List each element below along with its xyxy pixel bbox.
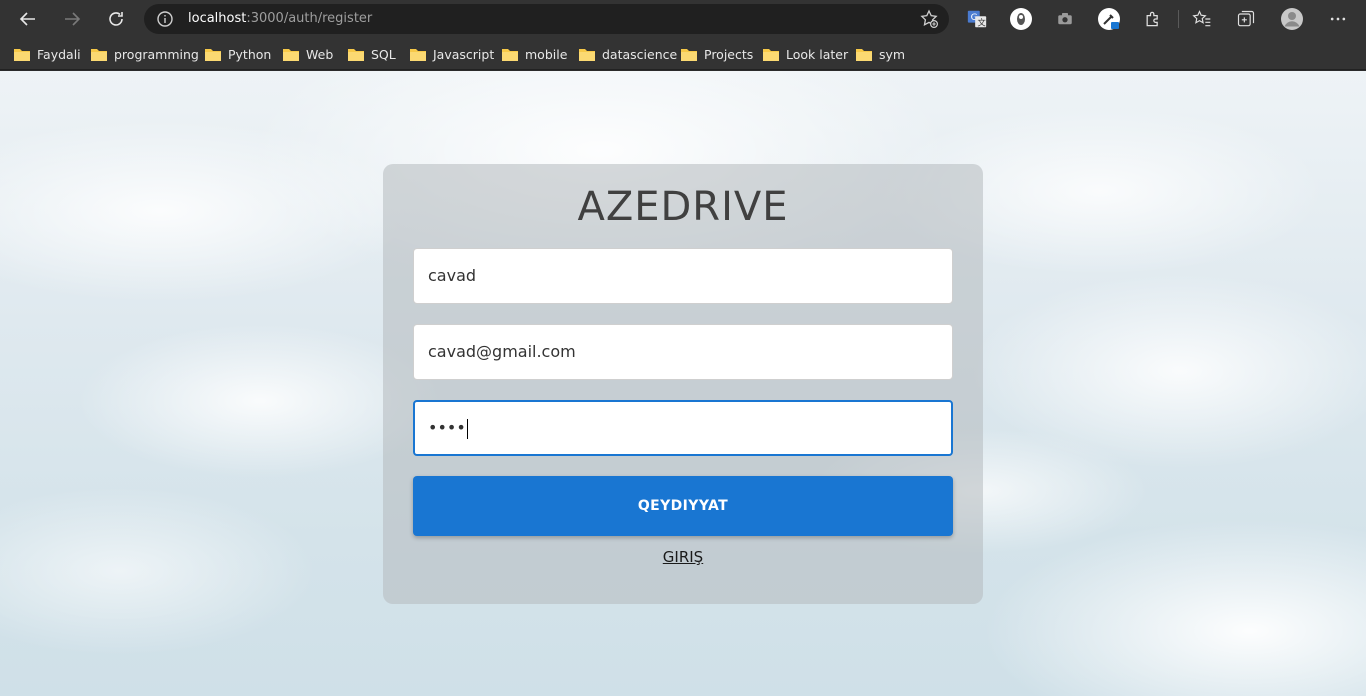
page-background: AZEDRIVE cavad cavad@gmail.com •••• QEYD… bbox=[0, 71, 1366, 696]
folder-icon bbox=[579, 48, 595, 61]
folder-icon bbox=[681, 48, 697, 61]
bookmark-label: Faydali bbox=[37, 46, 81, 62]
bookmark-folder[interactable]: sym bbox=[856, 44, 905, 64]
forward-icon[interactable] bbox=[57, 4, 87, 34]
text-caret bbox=[466, 418, 468, 439]
bookmark-label: sym bbox=[879, 46, 906, 62]
bookmark-folder[interactable]: Projects bbox=[681, 44, 753, 64]
username-field[interactable]: cavad bbox=[413, 248, 953, 304]
back-icon[interactable] bbox=[13, 4, 43, 34]
folder-icon bbox=[283, 48, 299, 61]
folder-icon bbox=[14, 48, 30, 61]
url-text: localhost:3000/auth/register bbox=[188, 11, 372, 26]
translate-icon[interactable]: G文 bbox=[965, 7, 989, 31]
reload-icon[interactable] bbox=[101, 4, 131, 34]
camera-icon[interactable] bbox=[1053, 7, 1077, 31]
bookmark-folder[interactable]: mobile bbox=[502, 44, 567, 64]
url-host: localhost bbox=[188, 11, 247, 26]
bookmark-folder[interactable]: SQL bbox=[348, 44, 396, 64]
bookmark-label: mobile bbox=[525, 46, 568, 62]
bookmark-folder[interactable]: Python bbox=[205, 44, 271, 64]
password-value: •••• bbox=[428, 418, 466, 437]
bookmark-folder[interactable]: Web bbox=[283, 44, 333, 64]
bookmark-label: Web bbox=[306, 46, 334, 62]
brand-title: AZEDRIVE bbox=[577, 184, 789, 230]
favorites-icon[interactable] bbox=[1190, 7, 1214, 31]
browser-toolbar: localhost:3000/auth/register G文 bbox=[0, 0, 1366, 38]
extension-icon[interactable] bbox=[1009, 7, 1033, 31]
collections-icon[interactable] bbox=[1234, 7, 1258, 31]
eyedropper-icon[interactable] bbox=[1097, 7, 1121, 31]
svg-text:文: 文 bbox=[977, 17, 985, 27]
toolbar-separator bbox=[1178, 10, 1179, 28]
more-icon[interactable] bbox=[1326, 7, 1350, 31]
folder-icon bbox=[205, 48, 221, 61]
bookmark-folder[interactable]: Javascript bbox=[410, 44, 494, 64]
bookmark-label: SQL bbox=[371, 46, 396, 62]
profile-icon[interactable] bbox=[1280, 7, 1304, 31]
email-field[interactable]: cavad@gmail.com bbox=[413, 324, 953, 380]
puzzle-icon[interactable] bbox=[1141, 7, 1165, 31]
password-field[interactable]: •••• bbox=[413, 400, 953, 456]
bookmarks-bar: Faydali programming Python Web SQL Javas… bbox=[0, 38, 1366, 70]
add-favorite-icon[interactable] bbox=[919, 9, 939, 29]
bookmark-label: datascience bbox=[602, 46, 678, 62]
bookmark-folder[interactable]: datascience bbox=[579, 44, 677, 64]
bookmark-folder[interactable]: Look later bbox=[763, 44, 848, 64]
register-button[interactable]: QEYDIYYAT bbox=[413, 476, 953, 536]
username-value: cavad bbox=[428, 266, 477, 285]
url-path: :3000/auth/register bbox=[246, 11, 373, 26]
folder-icon bbox=[502, 48, 518, 61]
folder-icon bbox=[348, 48, 364, 61]
email-value: cavad@gmail.com bbox=[428, 342, 576, 361]
folder-icon bbox=[856, 48, 872, 61]
bookmark-label: Python bbox=[228, 46, 272, 62]
folder-icon bbox=[410, 48, 426, 61]
bookmark-label: programming bbox=[114, 46, 199, 62]
address-bar[interactable]: localhost:3000/auth/register bbox=[144, 4, 949, 34]
bookmark-folder[interactable]: programming bbox=[91, 44, 199, 64]
info-icon[interactable] bbox=[156, 10, 174, 28]
folder-icon bbox=[91, 48, 107, 61]
folder-icon bbox=[763, 48, 779, 61]
bookmark-label: Look later bbox=[786, 46, 849, 62]
bookmark-label: Javascript bbox=[433, 46, 495, 62]
bookmark-folder[interactable]: Faydali bbox=[14, 44, 81, 64]
login-link[interactable]: GIRIŞ bbox=[383, 548, 983, 566]
register-card: AZEDRIVE cavad cavad@gmail.com •••• QEYD… bbox=[383, 164, 983, 604]
bookmark-label: Projects bbox=[704, 46, 754, 62]
